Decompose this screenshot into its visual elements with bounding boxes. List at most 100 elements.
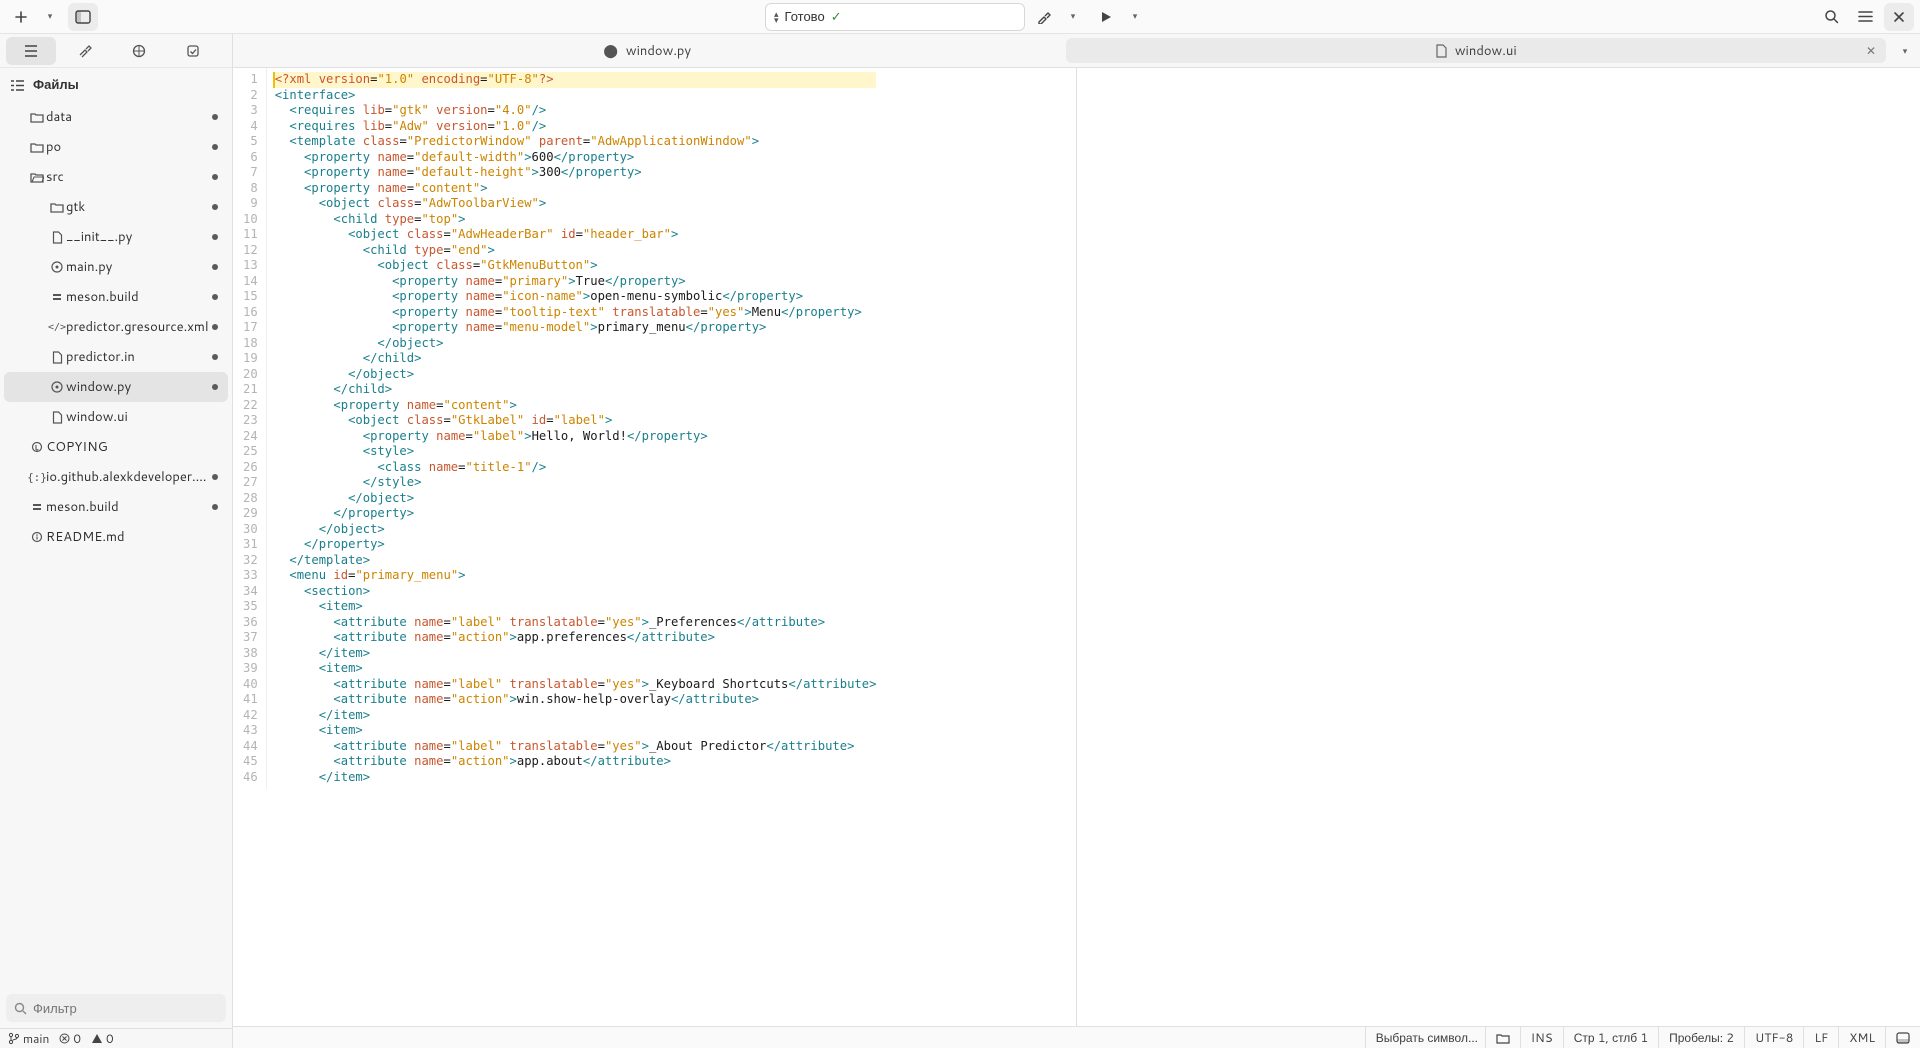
tree-item-main-py[interactable]: main.py xyxy=(4,252,228,282)
code-line[interactable]: <?xml version="1.0" encoding="UTF-8"?> xyxy=(273,72,877,88)
code-line[interactable]: <property name="default-width">600</prop… xyxy=(275,150,877,166)
branch-indicator[interactable]: main xyxy=(8,1030,49,1047)
line-ending[interactable]: LF xyxy=(1803,1027,1838,1048)
run-menu[interactable]: ▾ xyxy=(1121,3,1149,31)
code-line[interactable]: </property> xyxy=(275,537,877,553)
tree-item-predictor-gresource-xml[interactable]: </>predictor.gresource.xml xyxy=(4,312,228,342)
tree-item-readme-md[interactable]: README.md xyxy=(4,522,228,552)
code-line[interactable]: <interface> xyxy=(275,88,877,104)
tree-item-po[interactable]: po xyxy=(4,132,228,162)
build-menu[interactable]: ▾ xyxy=(1059,3,1087,31)
code-line[interactable]: <attribute name="label" translatable="ye… xyxy=(275,739,877,755)
code-line[interactable]: <property name="default-height">300</pro… xyxy=(275,165,877,181)
code-line[interactable]: <attribute name="label" translatable="ye… xyxy=(275,615,877,631)
code-line[interactable]: <requires lib="gtk" version="4.0"/> xyxy=(275,103,877,119)
code-line[interactable]: <style> xyxy=(275,444,877,460)
sidebar-tab-debug[interactable] xyxy=(60,37,110,65)
bottom-panel-toggle[interactable] xyxy=(1885,1027,1920,1048)
errors-indicator[interactable]: 0 xyxy=(59,1030,81,1047)
file-tree[interactable]: dataposrcgtk__init__.pymain.pymeson.buil… xyxy=(0,102,232,988)
tree-item-predictor-in[interactable]: predictor.in xyxy=(4,342,228,372)
code-line[interactable]: <section> xyxy=(275,584,877,600)
code-line[interactable]: </child> xyxy=(275,382,877,398)
filter-box[interactable] xyxy=(6,994,226,1022)
code-line[interactable]: <attribute name="action">win.show-help-o… xyxy=(275,692,877,708)
tree-item-window-py[interactable]: window.py xyxy=(4,372,228,402)
tab-close-button[interactable]: ✕ xyxy=(1866,42,1876,59)
tree-item-data[interactable]: data xyxy=(4,102,228,132)
code-line[interactable]: </object> xyxy=(275,336,877,352)
code-line[interactable]: <property name="primary">True</property> xyxy=(275,274,877,290)
code-line[interactable]: </object> xyxy=(275,491,877,507)
code-line[interactable]: <template class="PredictorWindow" parent… xyxy=(275,134,877,150)
code-line[interactable]: <object class="AdwHeaderBar" id="header_… xyxy=(275,227,877,243)
close-window-button[interactable] xyxy=(1884,3,1914,31)
tree-item-gtk[interactable]: gtk xyxy=(4,192,228,222)
tree-item-src[interactable]: src xyxy=(4,162,228,192)
warnings-indicator[interactable]: 0 xyxy=(91,1030,114,1047)
code-line[interactable]: <property name="tooltip-text" translatab… xyxy=(275,305,877,321)
code-line[interactable]: </object> xyxy=(275,367,877,383)
code-line[interactable]: </item> xyxy=(275,646,877,662)
tree-item--init-py[interactable]: __init__.py xyxy=(4,222,228,252)
hamburger-menu-button[interactable] xyxy=(1850,3,1880,31)
build-button[interactable] xyxy=(1029,3,1059,31)
code-line[interactable]: <attribute name="action">app.preferences… xyxy=(275,630,877,646)
code-line[interactable]: </template> xyxy=(275,553,877,569)
code-line[interactable]: </style> xyxy=(275,475,877,491)
code-line[interactable]: <item> xyxy=(275,661,877,677)
code-line[interactable]: <child type="top"> xyxy=(275,212,877,228)
symbol-selector[interactable]: Выбрать символ… xyxy=(1365,1027,1485,1048)
new-file-split[interactable]: ▾ xyxy=(6,3,64,31)
tree-item-meson-build[interactable]: meson.build xyxy=(4,282,228,312)
new-file-button[interactable] xyxy=(6,3,36,31)
indent-mode[interactable]: Пробелы: 2 xyxy=(1658,1027,1744,1048)
code-line[interactable]: </item> xyxy=(275,708,877,724)
editor-pane-right[interactable] xyxy=(1076,68,1920,1026)
code-line[interactable]: <requires lib="Adw" version="1.0"/> xyxy=(275,119,877,135)
code-line[interactable]: <item> xyxy=(275,723,877,739)
code-line[interactable]: <property name="content"> xyxy=(275,398,877,414)
code-line[interactable]: <menu id="primary_menu"> xyxy=(275,568,877,584)
tab-window-py[interactable]: ⬤ window.py xyxy=(237,38,1058,63)
new-file-menu[interactable]: ▾ xyxy=(36,3,64,31)
code-line[interactable]: <object class="GtkMenuButton"> xyxy=(275,258,877,274)
panel-toggle[interactable] xyxy=(1485,1027,1520,1048)
tree-item-io-github-alexkdeveloper-pre-[interactable]: {:}io.github.alexkdeveloper.pre… xyxy=(4,462,228,492)
code-line[interactable]: <object class="GtkLabel" id="label"> xyxy=(275,413,877,429)
code-line[interactable]: <attribute name="label" translatable="ye… xyxy=(275,677,877,693)
code-line[interactable]: </item> xyxy=(275,770,877,786)
code-line[interactable]: <property name="icon-name">open-menu-sym… xyxy=(275,289,877,305)
tree-item-copying[interactable]: COPYING xyxy=(4,432,228,462)
encoding[interactable]: UTF-8 xyxy=(1744,1027,1803,1048)
code-line[interactable]: <item> xyxy=(275,599,877,615)
run-split[interactable]: ▾ xyxy=(1091,3,1149,31)
search-button[interactable] xyxy=(1816,3,1846,31)
tab-window-ui[interactable]: window.ui ✕ xyxy=(1066,38,1887,63)
code-line[interactable]: <property name="content"> xyxy=(275,181,877,197)
code-line[interactable]: <property name="menu-model">primary_menu… xyxy=(275,320,877,336)
sidebar-tab-files[interactable] xyxy=(6,37,56,65)
build-split[interactable]: ▾ xyxy=(1029,3,1087,31)
code-line[interactable]: </child> xyxy=(275,351,877,367)
editor-pane-left[interactable]: 1234567891011121314151617181920212223242… xyxy=(233,68,1076,1026)
code-line[interactable]: <property name="label">Hello, World!</pr… xyxy=(275,429,877,445)
insert-mode[interactable]: INS xyxy=(1520,1027,1563,1048)
sidebar-tab-todos[interactable] xyxy=(168,37,218,65)
code-line[interactable]: <class name="title-1"/> xyxy=(275,460,877,476)
tree-item-window-ui[interactable]: window.ui xyxy=(4,402,228,432)
run-button[interactable] xyxy=(1091,3,1121,31)
code-line[interactable]: <child type="end"> xyxy=(275,243,877,259)
code-line[interactable]: </property> xyxy=(275,506,877,522)
tree-item-meson-build[interactable]: meson.build xyxy=(4,492,228,522)
filter-input[interactable] xyxy=(33,1001,218,1016)
code-line[interactable]: <attribute name="action">app.about</attr… xyxy=(275,754,877,770)
code-line[interactable]: </object> xyxy=(275,522,877,538)
cursor-position[interactable]: Стр 1, стлб 1 xyxy=(1563,1027,1658,1048)
tabs-menu-button[interactable]: ▾ xyxy=(1890,34,1920,67)
code-line[interactable]: <object class="AdwToolbarView"> xyxy=(275,196,877,212)
language-mode[interactable]: XML xyxy=(1838,1027,1885,1048)
toggle-sidebar-button[interactable] xyxy=(68,3,98,31)
build-status-combo[interactable]: ▴▾ Готово ✓ xyxy=(765,3,1025,31)
sidebar-tab-tests[interactable] xyxy=(114,37,164,65)
